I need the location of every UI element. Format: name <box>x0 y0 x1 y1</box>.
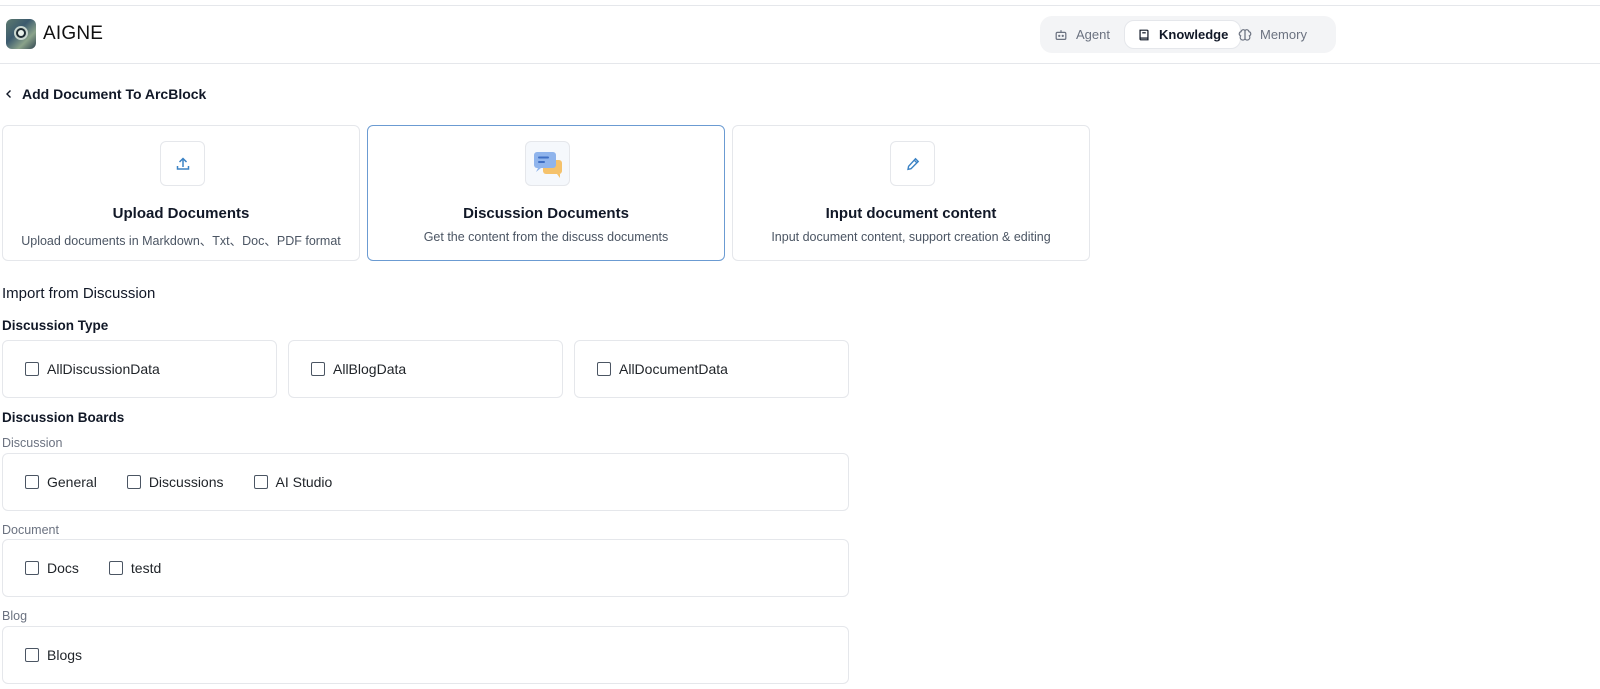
checkbox-all-discussion-data[interactable]: AllDiscussionData <box>25 361 160 377</box>
import-section-title: Import from Discussion <box>2 285 156 302</box>
group-label-document: Document <box>2 523 59 537</box>
pencil-icon <box>890 141 935 186</box>
bot-icon <box>1055 29 1067 40</box>
type-option-all-discussion[interactable]: AllDiscussionData <box>2 340 277 398</box>
tab-agent[interactable]: Agent <box>1042 20 1122 49</box>
card-title: Upload Documents <box>112 205 250 222</box>
chat-bubbles-icon <box>525 141 570 186</box>
checkbox-docs[interactable]: Docs <box>25 560 79 576</box>
tab-knowledge-label: Knowledge <box>1159 27 1229 42</box>
book-icon <box>1139 29 1149 40</box>
checkbox-box[interactable] <box>253 475 268 489</box>
checkbox-label: Discussions <box>148 474 224 490</box>
checkbox-box[interactable] <box>25 648 39 662</box>
card-description: Get the content from the discuss documen… <box>423 230 669 244</box>
upload-documents-card[interactable]: Upload Documents Upload documents in Mar… <box>2 125 360 261</box>
chevron-left-icon <box>6 90 11 98</box>
checkbox-box[interactable] <box>25 561 39 575</box>
group-label-discussion: Discussion <box>2 436 63 450</box>
card-description: Upload documents in Markdown、Txt、Doc、PDF… <box>21 234 341 248</box>
card-description: Input document content, support creation… <box>771 230 1051 244</box>
checkbox-blogs[interactable]: Blogs <box>25 647 82 663</box>
app-header: AIGNE Agent Knowledge Memory <box>0 6 1600 64</box>
card-title: Discussion Documents <box>463 205 629 222</box>
type-option-all-blog[interactable]: AllBlogData <box>288 340 563 398</box>
discussion-boards-title: Discussion Boards <box>2 410 125 425</box>
tab-memory-label: Memory <box>1260 27 1307 42</box>
board-group-blog: Blogs <box>2 626 849 684</box>
checkbox-box[interactable] <box>126 475 141 489</box>
checkbox-box[interactable] <box>597 362 611 376</box>
checkbox-label: testd <box>130 560 162 576</box>
discussion-type-title: Discussion Type <box>2 318 109 333</box>
tab-knowledge[interactable]: Knowledge <box>1124 20 1242 49</box>
checkbox-ai-studio[interactable]: AI Studio <box>253 474 333 490</box>
back-link[interactable]: Add Document To ArcBlock <box>4 86 206 102</box>
board-group-document: Docs testd <box>2 539 849 597</box>
checkbox-box[interactable] <box>25 362 39 376</box>
group-label-blog: Blog <box>2 609 28 623</box>
checkbox-box[interactable] <box>25 475 39 489</box>
checkbox-all-document-data[interactable]: AllDocumentData <box>597 361 728 377</box>
upload-icon <box>160 141 205 186</box>
checkbox-label: AllDiscussionData <box>47 361 160 377</box>
input-document-content-card[interactable]: Input document content Input document co… <box>732 125 1090 261</box>
board-group-discussion: General Discussions AI Studio <box>2 453 849 511</box>
type-option-all-document[interactable]: AllDocumentData <box>574 340 849 398</box>
checkbox-label: Docs <box>47 560 79 576</box>
checkbox-testd[interactable]: testd <box>108 560 162 576</box>
checkbox-all-blog-data[interactable]: AllBlogData <box>311 361 406 377</box>
back-link-label: Add Document To ArcBlock <box>22 86 207 102</box>
app-logo <box>6 19 36 49</box>
checkbox-box[interactable] <box>311 362 325 376</box>
discussion-documents-card[interactable]: Discussion Documents Get the content fro… <box>367 125 725 261</box>
card-title: Input document content <box>825 205 997 222</box>
checkbox-label: Blogs <box>47 647 83 663</box>
brain-icon <box>1238 28 1252 41</box>
checkbox-label: AllBlogData <box>333 361 407 377</box>
checkbox-label: General <box>47 474 97 490</box>
checkbox-label: AI Studio <box>275 474 333 490</box>
section-switcher: Agent Knowledge Memory <box>1040 16 1336 53</box>
checkbox-general[interactable]: General <box>25 474 97 490</box>
checkbox-label: AllDocumentData <box>619 361 728 377</box>
tab-agent-label: Agent <box>1076 27 1110 42</box>
checkbox-box[interactable] <box>108 561 123 575</box>
tab-memory[interactable]: Memory <box>1226 20 1319 49</box>
checkbox-discussions[interactable]: Discussions <box>126 474 224 490</box>
app-title: AIGNE <box>43 23 104 44</box>
